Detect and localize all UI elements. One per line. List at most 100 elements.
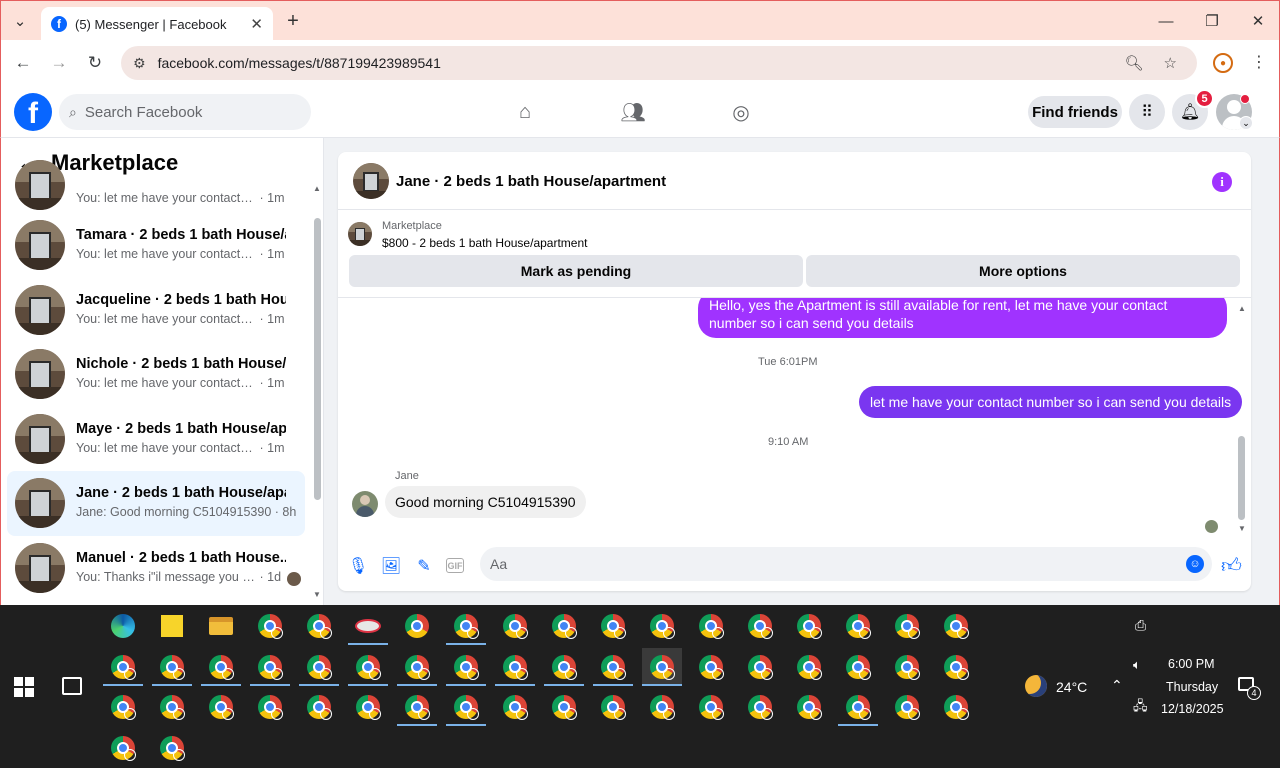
edge-icon[interactable] (103, 607, 143, 645)
chevron-down-icon[interactable]: ⌄ (1239, 116, 1253, 130)
chrome-profile-icon[interactable]: ● (1213, 53, 1233, 73)
tab-search-chevron-icon[interactable]: ⌄ (7, 9, 33, 33)
chrome-menu-icon[interactable]: ⋮ (1251, 52, 1267, 72)
photo-icon[interactable]: 🖼︎ (381, 556, 401, 576)
chrome-icon[interactable] (789, 688, 829, 726)
chat-title[interactable]: Jane · 2 beds 1 bath House/apartment (396, 173, 666, 190)
site-settings-icon[interactable]: ⚙ (133, 55, 146, 72)
network-icon[interactable]: 🖧︎ (1133, 697, 1148, 719)
friends-icon[interactable]: 👥︎ (620, 100, 646, 124)
find-friends-button[interactable]: Find friends (1028, 96, 1122, 128)
chrome-icon[interactable] (152, 688, 192, 726)
chrome-icon[interactable] (936, 688, 976, 726)
chrome-icon[interactable] (838, 648, 878, 686)
chrome-icon[interactable] (740, 688, 780, 726)
window-minimize-icon[interactable]: — (1153, 9, 1179, 33)
message-input[interactable] (490, 554, 1170, 574)
sticky-notes-icon[interactable] (152, 607, 192, 645)
chrome-icon[interactable] (250, 607, 290, 645)
chrome-icon[interactable] (103, 648, 143, 686)
chrome-icon[interactable] (299, 648, 339, 686)
microphone-icon[interactable]: 🎙︎ (348, 556, 368, 576)
conversation-item[interactable]: Jacqueline · 2 beds 1 bath Hous... You: … (7, 278, 305, 343)
chrome-icon[interactable] (250, 688, 290, 726)
chrome-icon[interactable] (789, 648, 829, 686)
chrome-icon[interactable] (593, 688, 633, 726)
app-icon[interactable] (348, 607, 388, 645)
back-icon[interactable]: ← (11, 51, 35, 75)
chrome-icon[interactable] (593, 607, 633, 645)
more-options-button[interactable]: More options (806, 255, 1240, 287)
tray-overflow-chevron-icon[interactable]: ⌃ (1111, 677, 1123, 694)
forward-icon[interactable]: → (47, 51, 71, 75)
new-tab-button[interactable]: + (281, 9, 305, 33)
bookmark-star-icon[interactable]: ☆ (1164, 54, 1177, 72)
task-view-icon[interactable] (62, 677, 82, 695)
chrome-icon[interactable] (936, 648, 976, 686)
message-thread-scrollbar[interactable] (1238, 436, 1245, 520)
chrome-icon[interactable] (495, 648, 535, 686)
chrome-icon[interactable] (446, 607, 486, 645)
conversation-list-scrollbar[interactable] (314, 218, 321, 500)
clock-time[interactable]: 6:00 PM (1168, 657, 1215, 671)
chrome-icon[interactable] (446, 648, 486, 686)
chrome-icon[interactable] (544, 607, 584, 645)
url-text[interactable]: facebook.com/messages/t/887199423989541 (158, 55, 1125, 71)
chrome-icon[interactable] (250, 648, 290, 686)
chrome-icon[interactable] (397, 688, 437, 726)
chrome-icon[interactable] (299, 688, 339, 726)
chrome-icon[interactable] (103, 729, 143, 767)
conversation-item[interactable]: You: let me have your contact nu... · 1m (7, 160, 305, 213)
thumbs-up-icon[interactable]: 👍︎ (1221, 554, 1242, 578)
listing-thumbnail[interactable] (348, 222, 372, 246)
scroll-up-arrow-icon[interactable]: ▲ (1238, 304, 1246, 313)
window-close-icon[interactable]: ✕ (1245, 9, 1271, 33)
conversation-item[interactable]: Maye · 2 beds 1 bath House/apa... You: l… (7, 407, 305, 472)
clock-date[interactable]: 12/18/2025 (1161, 702, 1224, 716)
chrome-icon[interactable] (201, 688, 241, 726)
sticker-icon[interactable]: ✎ (414, 556, 434, 576)
camera-icon[interactable]: ⎙ (1135, 617, 1146, 634)
menu-grid-icon[interactable]: ⠿ (1129, 94, 1165, 130)
chrome-icon[interactable] (887, 607, 927, 645)
chrome-icon[interactable] (838, 607, 878, 645)
zoom-icon[interactable]: 🔍︎ (1125, 54, 1144, 72)
conversation-item[interactable]: Tamara · 2 beds 1 bath House/a... You: l… (7, 213, 305, 278)
conversation-item[interactable]: Nichole · 2 beds 1 bath House/a... You: … (7, 342, 305, 407)
home-icon[interactable]: ⌂ (512, 100, 538, 124)
chrome-icon[interactable] (201, 648, 241, 686)
scroll-up-arrow-icon[interactable]: ▲ (313, 184, 321, 193)
weather-temperature[interactable]: 24°C (1056, 679, 1087, 695)
listing-thumbnail[interactable] (353, 163, 389, 199)
chrome-icon[interactable] (348, 648, 388, 686)
chrome-icon[interactable] (495, 607, 535, 645)
tab-close-icon[interactable]: ✕ (250, 15, 263, 33)
chrome-icon[interactable] (495, 688, 535, 726)
conversation-item[interactable]: Manuel · 2 beds 1 bath House... You: Tha… (7, 536, 305, 601)
chrome-icon[interactable] (642, 607, 682, 645)
chrome-icon[interactable] (103, 688, 143, 726)
info-icon[interactable]: i (1212, 172, 1232, 192)
windows-start-icon[interactable] (14, 677, 34, 697)
message-input-box[interactable]: ☺ (480, 547, 1212, 581)
chrome-icon[interactable] (691, 607, 731, 645)
clock-day[interactable]: Thursday (1166, 680, 1218, 694)
chrome-icon[interactable] (789, 607, 829, 645)
scroll-down-arrow-icon[interactable]: ▼ (313, 590, 321, 599)
chrome-icon[interactable] (838, 688, 878, 726)
chrome-icon[interactable] (544, 648, 584, 686)
chrome-icon[interactable] (446, 688, 486, 726)
groups-icon[interactable]: ◎ (728, 100, 754, 124)
weather-icon[interactable] (1025, 675, 1047, 697)
chrome-icon[interactable] (691, 688, 731, 726)
address-bar[interactable]: ⚙ facebook.com/messages/t/88719942398954… (121, 46, 1197, 80)
chrome-icon[interactable] (593, 648, 633, 686)
chrome-icon[interactable] (936, 607, 976, 645)
volume-icon[interactable]: 🔈︎ (1133, 657, 1141, 673)
chrome-icon[interactable] (887, 648, 927, 686)
emoji-icon[interactable]: ☺ (1186, 555, 1204, 573)
chrome-icon-focused[interactable] (642, 648, 682, 686)
chrome-icon[interactable] (397, 607, 437, 645)
scroll-down-arrow-icon[interactable]: ▼ (1238, 524, 1246, 533)
chrome-icon[interactable] (348, 688, 388, 726)
